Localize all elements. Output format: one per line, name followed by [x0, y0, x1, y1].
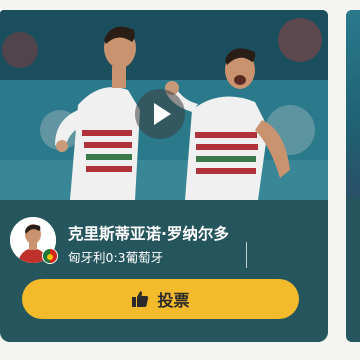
player-name: 克里斯蒂亚诺·罗纳尔多 [68, 225, 229, 243]
match-result: 匈牙利0:3葡萄牙 [68, 250, 164, 265]
vote-carousel: 克里斯蒂亚诺·罗纳尔多 匈牙利0:3葡萄牙 投票 [0, 0, 360, 360]
video-thumbnail[interactable] [0, 10, 328, 200]
next-card-photo [346, 10, 360, 198]
player-vote-card[interactable]: 克里斯蒂亚诺·罗纳尔多 匈牙利0:3葡萄牙 投票 [0, 10, 328, 342]
next-card-peek[interactable] [346, 10, 360, 342]
divider [246, 242, 247, 268]
thumbs-up-icon [131, 290, 149, 308]
player-info: 克里斯蒂亚诺·罗纳尔多 匈牙利0:3葡萄牙 [0, 200, 328, 270]
play-icon [154, 103, 171, 125]
portugal-flag-icon [42, 248, 58, 264]
play-button[interactable] [135, 89, 185, 139]
vote-label: 投票 [157, 291, 190, 310]
vote-button[interactable]: 投票 [22, 279, 299, 319]
